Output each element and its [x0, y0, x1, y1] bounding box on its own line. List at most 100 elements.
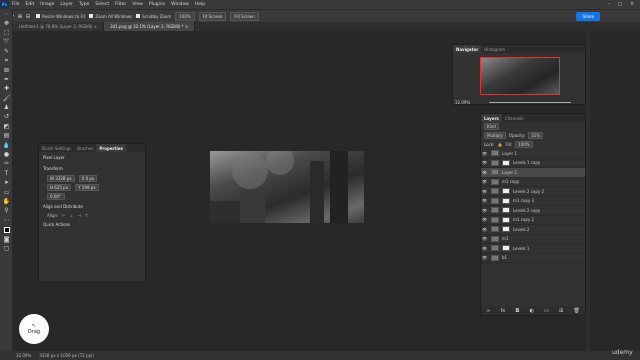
zoom-tool-icon[interactable]: ⚲	[0, 206, 13, 215]
tab-channels[interactable]: Channels	[502, 114, 527, 122]
color-swatch-icon[interactable]	[0, 225, 13, 234]
menu-help[interactable]: Help	[192, 2, 208, 7]
tab-brush-settings[interactable]: Brush Settings	[39, 144, 74, 152]
quick-select-tool-icon[interactable]: ✎	[0, 47, 13, 56]
trash-icon[interactable]: 🗑	[574, 308, 580, 314]
fill-screen-button[interactable]: Fill Screen	[230, 11, 259, 21]
history-brush-icon[interactable]: ↺	[0, 112, 13, 121]
menu-edit[interactable]: Edit	[23, 2, 38, 7]
width-field[interactable]: W 3328 px	[47, 175, 75, 182]
layer-row[interactable]: 👁 m1	[481, 235, 585, 244]
healing-tool-icon[interactable]: ✚	[0, 84, 13, 93]
layer-row[interactable]: 👁 Levels 1	[481, 244, 585, 254]
height-field[interactable]: H 625 px	[47, 184, 72, 191]
layer-row[interactable]: 👁 Levels 2	[481, 225, 585, 235]
zoom-out-icon[interactable]: ⊖	[24, 12, 32, 20]
layer-row[interactable]: 👁 b1	[481, 254, 585, 263]
move-tool-icon[interactable]: ✥	[0, 18, 13, 27]
eyedropper-tool-icon[interactable]: ✒	[0, 75, 13, 84]
zoom-100-button[interactable]: 100%	[175, 11, 195, 21]
collapse-icon[interactable]: »	[0, 9, 13, 18]
link-icon[interactable]: ∞	[486, 308, 490, 314]
gradient-tool-icon[interactable]: ▤	[0, 131, 13, 140]
layer-mask-thumbnail[interactable]	[502, 188, 510, 195]
tab-brushes[interactable]: Brushes	[74, 144, 96, 152]
layer-row[interactable]: 👁 m1 copy 3	[481, 197, 585, 206]
marquee-tool-icon[interactable]: ⬚	[0, 28, 13, 37]
tab-3d1[interactable]: 3d1.png @ 32.1% (Layer 2, RGB/8) * ×	[104, 22, 196, 31]
visibility-eye-icon[interactable]: 👁	[481, 160, 488, 165]
menu-file[interactable]: File	[9, 2, 23, 7]
menu-image[interactable]: Image	[37, 2, 57, 7]
type-tool-icon[interactable]: T	[0, 169, 13, 178]
new-layer-icon[interactable]: ⊞	[559, 308, 563, 314]
align-right-icon[interactable]: ⊣	[77, 213, 80, 218]
angle-field[interactable]: 0.00°	[47, 193, 65, 200]
quick-mask-icon[interactable]: ◙	[0, 234, 13, 243]
fit-screen-button[interactable]: Fit Screen	[198, 11, 227, 21]
layer-row[interactable]: 👁 m1 copy 2	[481, 216, 585, 225]
visibility-eye-icon[interactable]: 👁	[481, 246, 488, 251]
visibility-eye-icon[interactable]: 👁	[481, 179, 488, 184]
align-center-icon[interactable]: ⊥	[70, 213, 73, 218]
drag-button[interactable]: ↖ Drag	[19, 314, 49, 344]
scrubby-zoom-option[interactable]: Scrubby Zoom	[136, 14, 171, 19]
zoom-all-checkbox[interactable]	[89, 14, 94, 18]
path-select-icon[interactable]: ➤	[0, 178, 13, 187]
align-section-title[interactable]: Align and Distribute	[39, 201, 145, 212]
visibility-eye-icon[interactable]: 👁	[481, 170, 488, 175]
tab-properties[interactable]: Properties	[96, 144, 126, 152]
mask-icon[interactable]: ◘	[515, 308, 519, 314]
visibility-eye-icon[interactable]: 👁	[481, 236, 488, 241]
visibility-eye-icon[interactable]: 👁	[481, 189, 488, 194]
tab-navigator[interactable]: Navigator	[453, 45, 482, 53]
visibility-eye-icon[interactable]: 👁	[481, 198, 488, 203]
document-canvas-image[interactable]	[210, 151, 364, 223]
resize-checkbox[interactable]	[36, 14, 40, 18]
layer-row[interactable]: 👁 Levels 2 copy	[481, 206, 585, 216]
tab-layers[interactable]: Layers	[481, 114, 502, 122]
visibility-eye-icon[interactable]: 👁	[481, 151, 488, 156]
transform-section-title[interactable]: Transform	[39, 163, 145, 174]
x-field[interactable]: X 0 px	[78, 175, 98, 182]
fill-field[interactable]: 100%	[515, 141, 533, 148]
tab-histogram[interactable]: Histogram	[481, 45, 508, 53]
menu-select[interactable]: Select	[92, 2, 112, 7]
quick-actions-title[interactable]: Quick Actions	[39, 219, 145, 230]
visibility-eye-icon[interactable]: 👁	[481, 217, 488, 222]
frame-tool-icon[interactable]: ⊠	[0, 65, 13, 74]
menu-type[interactable]: Type	[76, 2, 92, 7]
visibility-eye-icon[interactable]: 👁	[481, 255, 488, 260]
hand-tool-icon[interactable]: ✋	[0, 197, 13, 206]
lasso-tool-icon[interactable]: ➰	[0, 37, 13, 46]
layer-mask-thumbnail[interactable]	[502, 216, 510, 223]
navigator-zoom-slider[interactable]	[489, 101, 571, 103]
menu-view[interactable]: View	[129, 2, 146, 7]
layer-mask-thumbnail[interactable]	[502, 245, 510, 252]
zoom-all-option[interactable]: Zoom All Windows	[89, 14, 132, 19]
group-icon[interactable]: ▭	[544, 308, 549, 314]
layer-mask-thumbnail[interactable]	[502, 197, 510, 204]
shape-tool-icon[interactable]: ▭	[0, 187, 13, 196]
maximize-button[interactable]: □	[618, 2, 622, 7]
layer-row[interactable]: 👁 m1 copy	[481, 178, 585, 187]
menu-layer[interactable]: Layer	[57, 2, 76, 7]
tab-untitled-1[interactable]: Untitled-1 @ 78.8% (Layer 2, RGB/8) ×	[13, 22, 105, 31]
adjustment-icon[interactable]: ◐	[530, 308, 534, 314]
more-tools-icon[interactable]: ⋯	[0, 216, 13, 225]
visibility-eye-icon[interactable]: 👁	[481, 227, 488, 232]
zoom-in-icon[interactable]: ⊕	[16, 12, 24, 20]
crop-tool-icon[interactable]: ⌗	[0, 56, 13, 65]
blur-tool-icon[interactable]: 💧	[0, 140, 13, 149]
layer-row[interactable]: 👁 Levels 1 copy	[481, 159, 585, 168]
scrubby-checkbox[interactable]	[136, 14, 141, 18]
status-zoom[interactable]: 32.09%	[16, 353, 31, 358]
menu-plugins[interactable]: Plugins	[146, 2, 168, 7]
layer-mask-thumbnail[interactable]	[502, 159, 510, 166]
stamp-tool-icon[interactable]: ♟	[0, 103, 13, 112]
layer-row[interactable]: 👁 Levels 2 copy 2	[481, 187, 585, 197]
kind-filter[interactable]: Kind	[484, 123, 499, 130]
y-field[interactable]: Y 199 px	[75, 184, 99, 191]
navigator-thumbnail[interactable]	[480, 57, 560, 95]
fx-icon[interactable]: fx	[500, 308, 505, 314]
